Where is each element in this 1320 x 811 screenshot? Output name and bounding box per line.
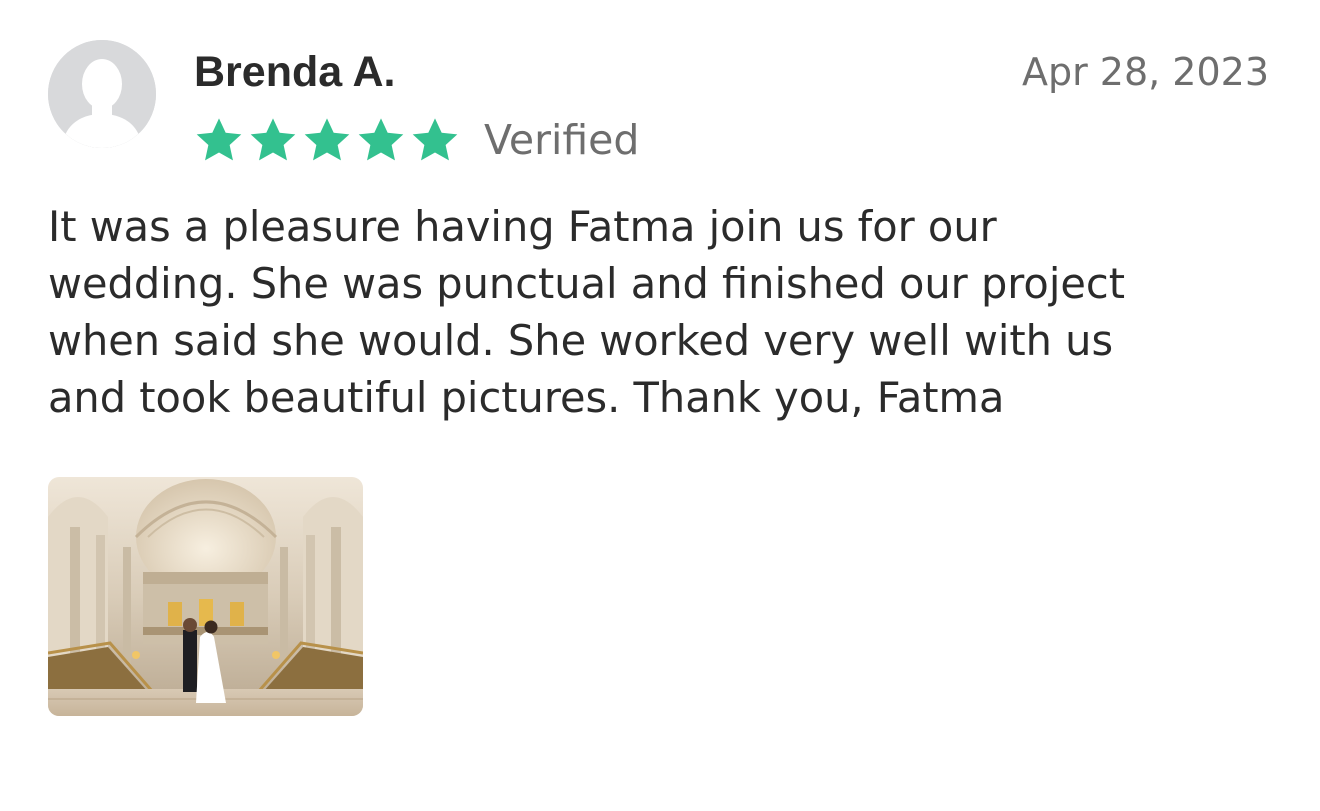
- star-icon: [358, 118, 404, 161]
- wedding-photo-thumbnail-icon: [48, 477, 363, 716]
- review-text: It was a pleasure having Fatma join us f…: [48, 202, 1125, 422]
- verified-label: Verified: [484, 116, 640, 164]
- review-card: Brenda A. Apr 28, 2023 Verified It was a…: [0, 0, 1320, 811]
- rating-row: Verified: [194, 112, 639, 168]
- review-photo[interactable]: [48, 477, 363, 716]
- star-icon: [412, 118, 458, 161]
- user-silhouette-icon: [48, 40, 156, 148]
- star-rating: [194, 115, 464, 165]
- star-icon: [304, 118, 350, 161]
- star-icon: [250, 118, 296, 161]
- reviewer-name: Brenda A.: [194, 48, 396, 96]
- star-icon: [196, 118, 242, 161]
- review-date: Apr 28, 2023: [1021, 50, 1269, 94]
- avatar[interactable]: [48, 40, 156, 148]
